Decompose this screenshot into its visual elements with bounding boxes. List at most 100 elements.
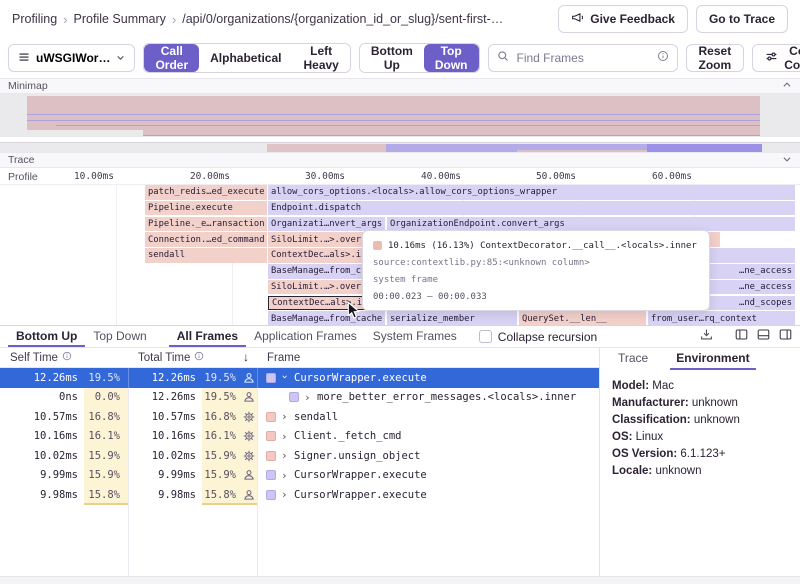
- table-row[interactable]: 10.16ms16.1%10.16ms16.1%›Client._fetch_c…: [0, 427, 599, 447]
- flame-frame-label: from_user…rq_context: [651, 314, 757, 324]
- table-row[interactable]: 9.99ms15.9%9.99ms15.9%›CursorWrapper.exe…: [0, 466, 599, 486]
- frames-table-header: Self Time Total Time ↓ Frame: [0, 348, 599, 368]
- flame-frame-pipeline-e-ransaction[interactable]: Pipeline._e…ransaction: [145, 217, 267, 232]
- detail-field-label: Manufacturer:: [612, 397, 692, 409]
- chevron-right-icon[interactable]: ›: [304, 391, 312, 404]
- flame-frame-patch-redis-ed-execute[interactable]: patch_redis…ed_execute: [145, 185, 267, 200]
- table-row[interactable]: 12.26ms19.5%12.26ms19.5%›CursorWrapper.e…: [0, 368, 599, 388]
- frame-cell[interactable]: ›CursorWrapper.execute: [257, 485, 599, 505]
- chevron-right-icon[interactable]: ›: [281, 410, 289, 423]
- breadcrumb-item-profile-summary[interactable]: Profile Summary: [74, 12, 166, 26]
- detail-field-label: Classification:: [612, 414, 694, 426]
- breadcrumb-item-profiling[interactable]: Profiling: [12, 12, 57, 26]
- detail-field-locale: Locale: unknown: [612, 463, 788, 480]
- sort-tab-left-heavy[interactable]: Left Heavy: [292, 44, 349, 72]
- direction-tab-bottom-up[interactable]: Bottom Up: [360, 44, 424, 72]
- flame-frame-organizationendpoint-convert[interactable]: OrganizationEndpoint.convert_args: [387, 217, 795, 232]
- flame-frame-organizati-nvert-args[interactable]: Organizati…nvert_args: [268, 217, 385, 232]
- layout-right-icon[interactable]: [779, 328, 792, 346]
- self-time-value: 9.99ms: [0, 466, 84, 486]
- view-tab-bottom-up[interactable]: Bottom Up: [8, 326, 85, 347]
- chevron-right-icon[interactable]: ›: [281, 488, 289, 501]
- frame-name: Signer.unsign_object: [294, 450, 420, 462]
- sort-tab-call-order[interactable]: Call Order: [144, 44, 199, 72]
- search-input[interactable]: [515, 50, 651, 66]
- frame-cell[interactable]: ›Client._fetch_cmd: [257, 427, 599, 447]
- chevron-right-icon[interactable]: ›: [281, 469, 289, 482]
- collapse-recursion-checkbox[interactable]: [479, 330, 492, 343]
- frames-table-body: 12.26ms19.5%12.26ms19.5%›CursorWrapper.e…: [0, 368, 599, 505]
- reset-zoom-button[interactable]: Reset Zoom: [686, 44, 745, 72]
- tooltip-time-range: 00:00.023 — 00:00.033: [373, 288, 699, 305]
- chevron-down-icon[interactable]: [782, 154, 792, 167]
- megaphone-icon: [571, 11, 584, 27]
- gridline: [116, 185, 117, 325]
- info-icon: [657, 49, 669, 67]
- sort-descending-icon[interactable]: ↓: [243, 350, 249, 364]
- collapse-recursion-control[interactable]: Collapse recursion: [479, 330, 597, 344]
- table-row[interactable]: 10.02ms15.9%10.02ms15.9%›Signer.unsign_o…: [0, 446, 599, 466]
- give-feedback-label: Give Feedback: [590, 12, 675, 26]
- chevron-right-icon[interactable]: ›: [281, 430, 289, 443]
- frame-cell[interactable]: › Signer.unsign_object: [257, 446, 599, 466]
- frame-cell[interactable]: ›CursorWrapper.execute: [257, 466, 599, 486]
- give-feedback-button[interactable]: Give Feedback: [558, 5, 688, 33]
- frame-tab-application-frames[interactable]: Application Frames: [246, 326, 365, 347]
- total-time-column-header[interactable]: Total Time ↓: [128, 348, 257, 367]
- frame-column-header[interactable]: Frame: [257, 348, 599, 367]
- details-tab-trace[interactable]: Trace: [612, 348, 654, 370]
- details-tab-environment[interactable]: Environment: [670, 348, 755, 370]
- flame-frame-label: Endpoint.dispatch: [271, 203, 361, 213]
- color-coding-dropdown[interactable]: Color Coding: [752, 44, 800, 72]
- frame-tab-system-frames[interactable]: System Frames: [365, 326, 465, 347]
- frame-tab-all-frames[interactable]: All Frames: [169, 326, 246, 347]
- layout-bottom-icon[interactable]: [757, 328, 770, 346]
- flame-frame-contextdec-als-i[interactable]: ContextDec…als>.i: [268, 296, 368, 311]
- ruler-tick-20-00ms: 20.00ms: [170, 171, 230, 182]
- flame-frame-serialize-member[interactable]: serialize_member: [387, 311, 517, 325]
- flame-frame-silolimit-over[interactable]: SiloLimit.…>.over: [268, 280, 368, 295]
- self-time-percent: 15.8%: [84, 485, 128, 505]
- frame-cell[interactable]: ›more_better_error_messages.<locals>.inn…: [257, 388, 599, 408]
- flame-frame-from-user-rq-context[interactable]: from_user…rq_context: [648, 311, 795, 325]
- frame-cell[interactable]: ›sendall: [257, 407, 599, 427]
- table-row[interactable]: 0ns0.0%12.26ms19.5%›more_better_error_me…: [0, 388, 599, 408]
- self-time-value: 9.98ms: [0, 485, 84, 505]
- self-time-percent: 19.5%: [84, 368, 128, 388]
- horizontal-scrollbar-track[interactable]: [0, 576, 800, 584]
- gear-icon: [240, 427, 257, 447]
- breadcrumb-item--api-0-organizations-org[interactable]: /api/0/organizations/{organization_id_or…: [182, 12, 503, 26]
- self-time-column-header[interactable]: Self Time: [0, 348, 128, 367]
- self-time-percent: 16.8%: [84, 407, 128, 427]
- view-tab-top-down[interactable]: Top Down: [85, 326, 154, 347]
- table-row[interactable]: 9.98ms15.8%9.98ms15.8%›CursorWrapper.exe…: [0, 485, 599, 505]
- total-time-value: 10.02ms: [128, 446, 202, 466]
- total-time-percent: 15.9%: [202, 446, 240, 466]
- trace-section-header[interactable]: Trace: [0, 152, 800, 168]
- flame-frame-allow-cors-options-locals-al[interactable]: allow_cors_options.<locals>.allow_cors_o…: [268, 185, 795, 200]
- flame-frame-basemanage-from-cache[interactable]: BaseManage…from_cache: [268, 311, 385, 325]
- download-icon[interactable]: [700, 328, 713, 346]
- layout-left-icon[interactable]: [735, 328, 748, 346]
- minimap-section-header[interactable]: Minimap: [0, 78, 800, 94]
- find-frames-search[interactable]: [488, 44, 678, 72]
- chevron-up-icon[interactable]: [782, 80, 792, 93]
- frame-color-square: [266, 373, 276, 383]
- flame-frame-pipeline-execute[interactable]: Pipeline.execute: [145, 201, 267, 216]
- flame-frame-basemanage-from-c[interactable]: BaseManage…from_c: [268, 264, 368, 279]
- flame-frame-endpoint-dispatch[interactable]: Endpoint.dispatch: [268, 201, 795, 216]
- flame-frame-queryset-len-[interactable]: QuerySet.__len__: [519, 311, 646, 325]
- direction-tab-top-down[interactable]: Top Down: [424, 44, 479, 72]
- go-to-trace-button[interactable]: Go to Trace: [696, 5, 788, 33]
- flame-frame-connection-ed-command[interactable]: Connection.…ed_command: [145, 232, 267, 247]
- flame-frame-sendall[interactable]: sendall: [145, 248, 267, 263]
- chevron-right-icon[interactable]: ›: [281, 449, 289, 462]
- total-time-header-label: Total Time: [138, 352, 190, 364]
- table-row[interactable]: 10.57ms16.8%10.57ms16.8%›sendall: [0, 407, 599, 427]
- frame-cell[interactable]: ›CursorWrapper.execute: [257, 368, 599, 388]
- thread-selector-dropdown[interactable]: uWSGIWor…: [8, 44, 135, 72]
- sort-tab-alphabetical[interactable]: Alphabetical: [199, 44, 292, 72]
- minimap-canvas[interactable]: [0, 94, 800, 152]
- chevron-down-icon[interactable]: ›: [279, 374, 292, 382]
- frame-color-square: [266, 431, 276, 441]
